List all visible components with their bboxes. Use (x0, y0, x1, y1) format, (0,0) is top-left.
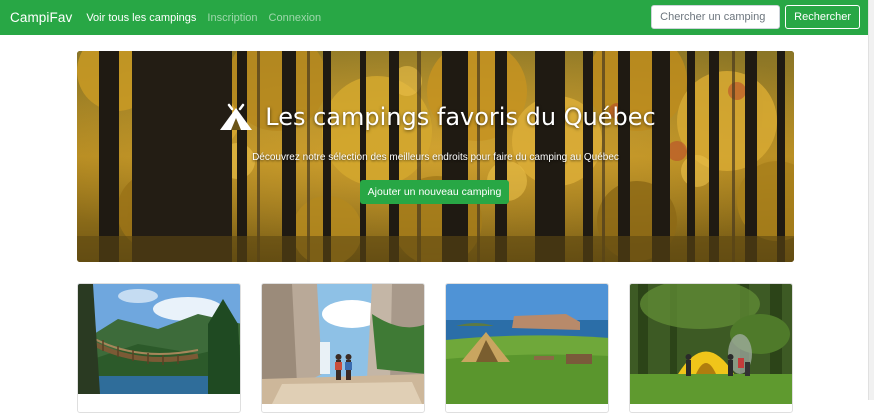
hero-title: Les campings favoris du Québec (77, 103, 794, 131)
perce-rock-campsite-photo (446, 284, 608, 404)
camping-card[interactable] (77, 283, 241, 413)
hero-title-text: Les campings favoris du Québec (265, 103, 656, 131)
suspension-bridge-photo (78, 284, 240, 394)
hero-banner: Les campings favoris du Québec Découvrez… (77, 51, 794, 262)
add-camping-button[interactable]: Ajouter un nouveau camping (360, 180, 509, 204)
camping-card[interactable] (445, 283, 609, 413)
search-button[interactable]: Rechercher (785, 5, 860, 29)
forest-tent-campers-photo (630, 284, 792, 404)
nav-link-all-campings[interactable]: Voir tous les campings (86, 12, 196, 24)
hero-subtitle: Découvrez notre sélection des meilleurs … (252, 152, 619, 163)
brand-logo[interactable]: CampiFav (10, 10, 72, 25)
nav-link-login[interactable]: Connexion (269, 12, 322, 24)
search-input[interactable] (651, 5, 781, 29)
tent-icon (220, 103, 253, 130)
canyon-waterfall-hikers-photo (262, 284, 424, 404)
nav-link-register[interactable]: Inscription (207, 12, 257, 24)
scrollbar[interactable] (868, 0, 874, 400)
camping-card[interactable] (629, 283, 793, 413)
navbar: CampiFav Voir tous les campings Inscript… (0, 0, 868, 35)
nav-links: Voir tous les campings Inscription Conne… (86, 12, 332, 24)
camping-card[interactable] (261, 283, 425, 413)
search-form: Rechercher (651, 5, 860, 29)
